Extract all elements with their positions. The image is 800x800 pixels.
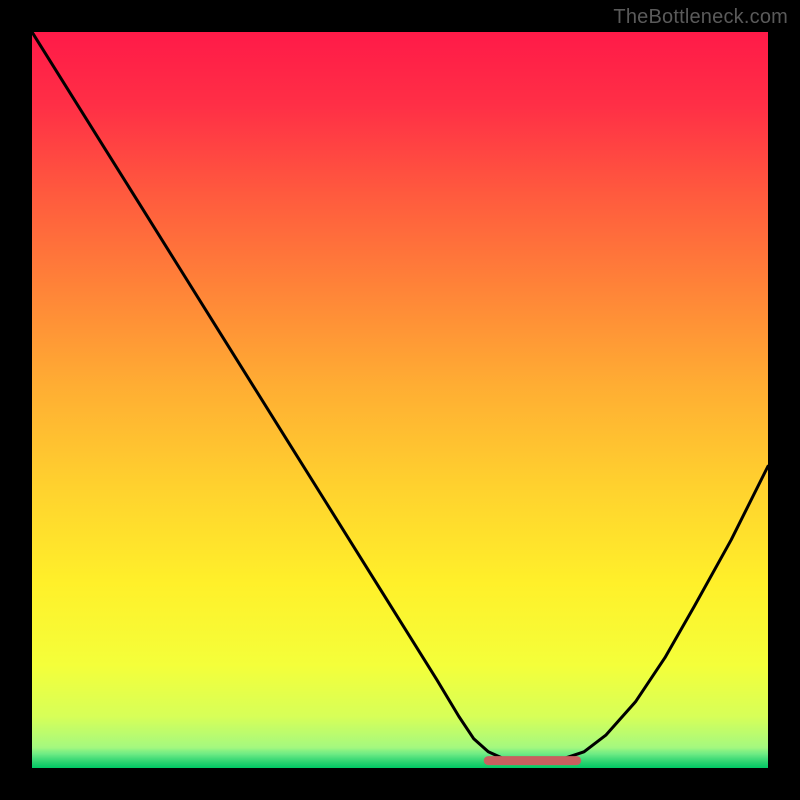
plot-area: [32, 32, 768, 768]
bottleneck-curve: [32, 32, 768, 761]
bottleneck-curve-layer: [32, 32, 768, 768]
attribution-label: TheBottleneck.com: [613, 6, 788, 29]
chart-root: TheBottleneck.com: [0, 0, 800, 800]
